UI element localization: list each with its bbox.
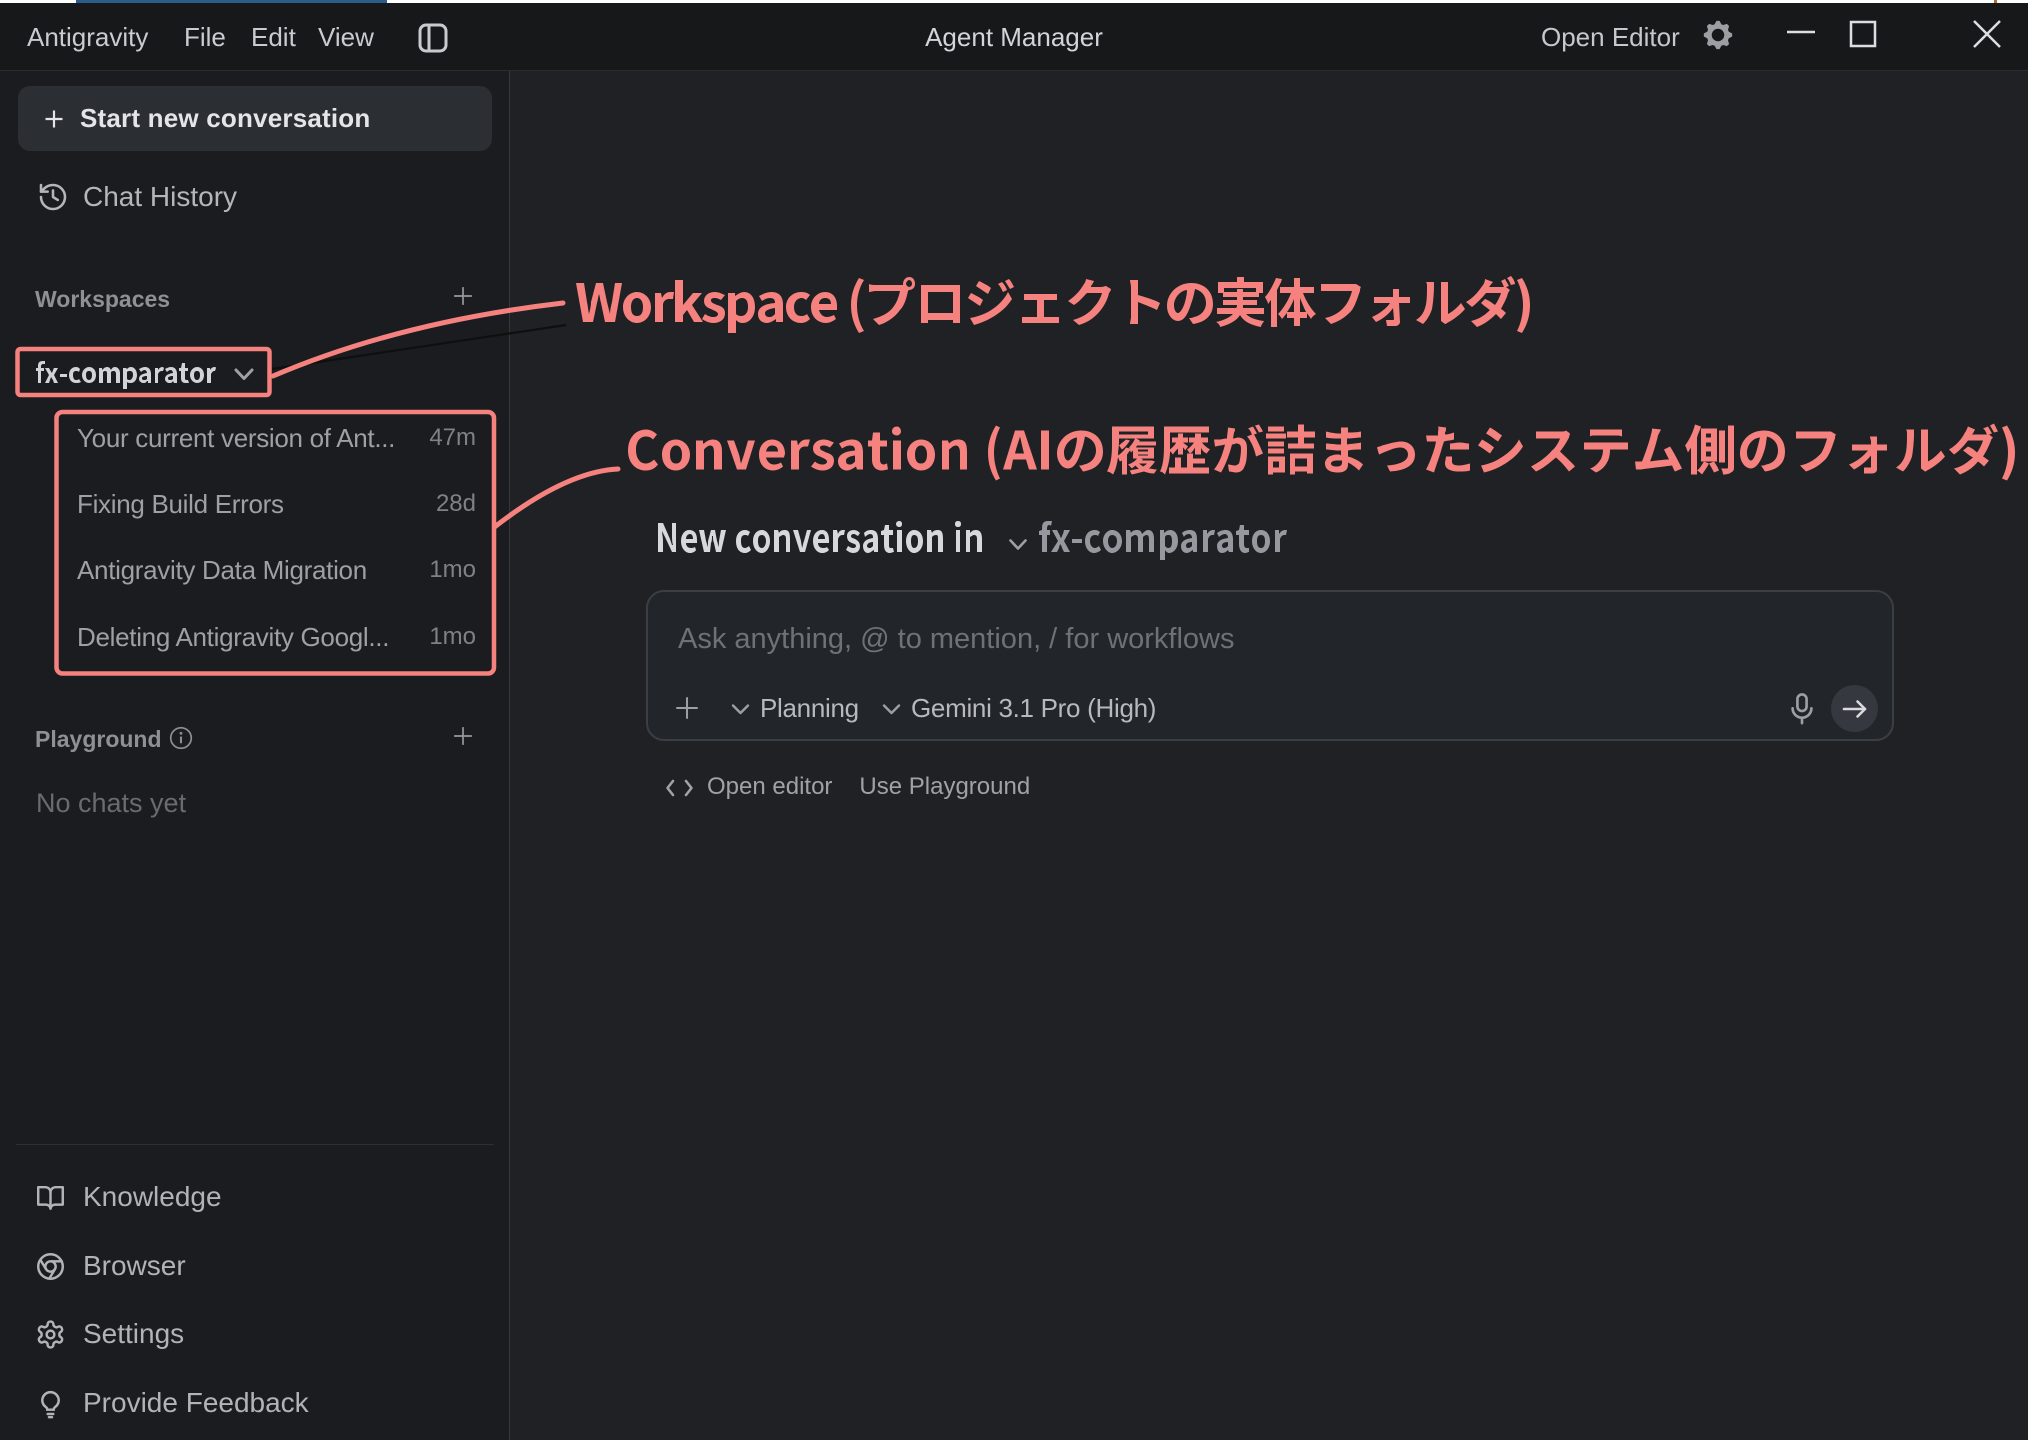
- minimize-button[interactable]: [1782, 15, 1820, 53]
- heading-text: [654, 521, 985, 563]
- lightbulb-icon: [35, 1388, 66, 1419]
- code-brackets-icon: [665, 779, 694, 797]
- sidebar-item-settings[interactable]: Settings: [0, 1311, 510, 1357]
- sidebar-item-browser[interactable]: Browser: [0, 1243, 510, 1289]
- chevron-down-icon: [730, 703, 751, 717]
- settings-label: Settings: [83, 1318, 184, 1350]
- knowledge-label: Knowledge: [83, 1181, 222, 1213]
- workspace-name: [35, 353, 218, 393]
- microphone-icon[interactable]: [1785, 691, 1819, 727]
- chevron-down-icon: [881, 703, 902, 717]
- gear-icon: [35, 1319, 66, 1350]
- conversation-item[interactable]: Your current version of Ant... 47m: [77, 418, 476, 458]
- conversation-title: Your current version of Ant...: [77, 423, 395, 454]
- send-button[interactable]: [1831, 685, 1878, 732]
- mode-label: Planning: [760, 693, 859, 724]
- conversation-item[interactable]: Fixing Build Errors 28d: [77, 484, 476, 524]
- chat-history-label: Chat History: [83, 181, 237, 213]
- no-chats-label: No chats yet: [36, 788, 186, 819]
- model-label: Gemini 3.1 Pro (High): [911, 693, 1156, 724]
- open-editor-button[interactable]: Open Editor: [1541, 3, 1680, 71]
- titlebar: Antigravity File Edit View Agent Manager…: [0, 3, 2028, 71]
- add-playground-icon[interactable]: [452, 725, 474, 747]
- start-new-conversation-label: Start new conversation: [80, 103, 370, 134]
- conversation-title: Antigravity Data Migration: [77, 555, 367, 586]
- close-button[interactable]: [1968, 16, 2006, 54]
- info-icon[interactable]: [169, 726, 193, 750]
- new-conversation-heading: [654, 521, 1288, 563]
- playground-header: Playground: [35, 726, 162, 753]
- conversation-time: 47m: [429, 424, 476, 452]
- prompt-input[interactable]: Ask anything, @ to mention, / for workfl…: [646, 590, 1894, 741]
- model-select-gemini[interactable]: Gemini 3.1 Pro (High): [881, 685, 1156, 731]
- chat-history-button[interactable]: Chat History: [18, 173, 492, 221]
- workspaces-header: Workspaces: [35, 286, 170, 313]
- conversation-item[interactable]: Antigravity Data Migration 1mo: [77, 550, 476, 590]
- workspace-item-fx-comparator[interactable]: [35, 353, 256, 393]
- prompt-placeholder: Ask anything, @ to mention, / for workfl…: [678, 623, 1235, 656]
- sidebar-item-knowledge[interactable]: Knowledge: [0, 1174, 510, 1220]
- browser-label: Browser: [83, 1250, 186, 1282]
- add-workspace-icon[interactable]: [452, 285, 474, 307]
- prompt-toolbar: Planning Gemini 3.1 Pro (High): [648, 685, 1892, 731]
- conversation-time: 1mo: [429, 623, 476, 651]
- use-playground-link[interactable]: Use Playground: [859, 773, 1030, 801]
- browser-icon: [35, 1251, 66, 1282]
- gear-icon[interactable]: [1703, 20, 1733, 50]
- conversation-time: 28d: [436, 490, 476, 518]
- sidebar: Start new conversation Chat History Work…: [0, 71, 510, 1440]
- maximize-button[interactable]: [1844, 16, 1882, 54]
- history-icon: [37, 181, 69, 213]
- conversation-title: Deleting Antigravity Googl...: [77, 622, 389, 653]
- chevron-down-icon[interactable]: [1007, 538, 1029, 553]
- conversation-time: 1mo: [429, 556, 476, 584]
- attach-plus-icon[interactable]: [673, 694, 701, 722]
- heading-workspace-name[interactable]: [1037, 521, 1288, 563]
- main-panel: Ask anything, @ to mention, / for workfl…: [511, 71, 2028, 1440]
- conversation-title: Fixing Build Errors: [77, 489, 284, 520]
- sidebar-divider: [16, 1144, 494, 1145]
- plus-icon: [42, 107, 66, 131]
- chevron-down-icon: [232, 367, 256, 383]
- start-new-conversation-button[interactable]: Start new conversation: [18, 86, 492, 151]
- sidebar-item-provide-feedback[interactable]: Provide Feedback: [0, 1380, 510, 1426]
- editor-links-row: Open editor Use Playground: [665, 768, 1030, 806]
- book-icon: [35, 1182, 66, 1213]
- conversation-item[interactable]: Deleting Antigravity Googl... 1mo: [77, 617, 476, 657]
- open-editor-link[interactable]: Open editor: [707, 773, 832, 801]
- mode-select-planning[interactable]: Planning: [730, 685, 859, 731]
- arrow-right-icon: [1839, 693, 1871, 725]
- provide-feedback-label: Provide Feedback: [83, 1387, 309, 1419]
